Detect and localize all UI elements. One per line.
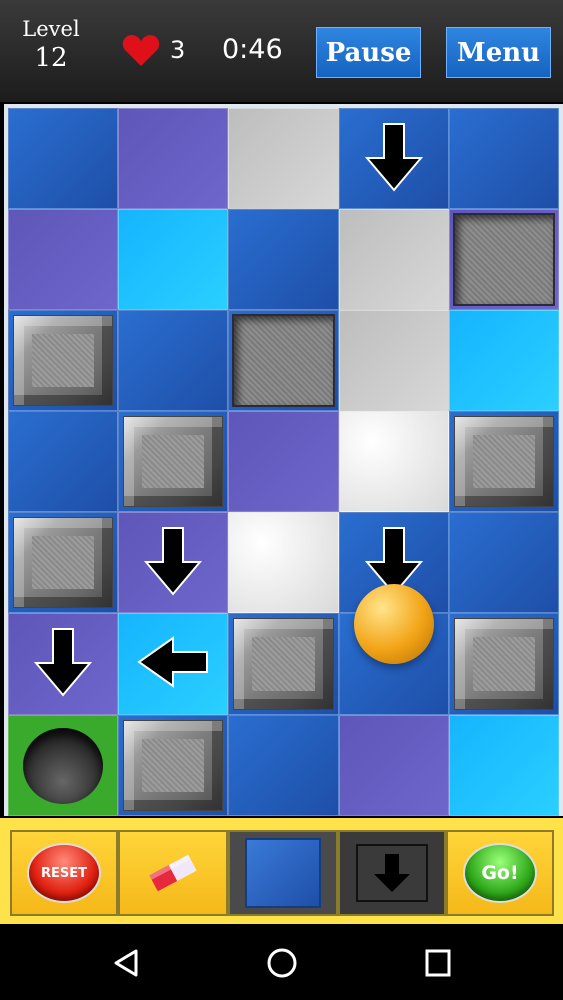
board-cell[interactable] (228, 714, 339, 816)
menu-button[interactable]: Menu (446, 27, 551, 78)
board-cell[interactable] (8, 310, 119, 412)
lives-indicator: 3 (122, 33, 185, 67)
blue-tile-tool[interactable] (245, 838, 321, 908)
board-cell[interactable] (8, 613, 119, 715)
board-cell[interactable] (338, 209, 449, 311)
reset-tool-slot[interactable]: RESET (10, 830, 118, 916)
recents-icon[interactable] (424, 948, 452, 978)
eraser-tool-slot[interactable] (118, 830, 228, 916)
arrow-down-icon (374, 854, 410, 892)
board-cell[interactable] (448, 108, 559, 210)
pit-tile (232, 314, 335, 408)
game-board (8, 108, 559, 816)
stone-block (123, 416, 224, 508)
board-cell[interactable] (228, 613, 339, 715)
board-cell[interactable] (448, 411, 559, 513)
goal-hole (23, 727, 103, 804)
arrow-down-icon (144, 526, 203, 600)
board-cell[interactable] (8, 411, 119, 513)
tool-bar: RESET Go! (0, 818, 563, 924)
top-bar: Level 12 3 0:46 Pause Menu (0, 0, 563, 102)
stone-block (233, 618, 334, 710)
reset-button[interactable]: RESET (27, 843, 101, 903)
down-arrow-tool-slot[interactable] (338, 830, 446, 916)
board-cell[interactable] (228, 411, 339, 513)
pit-tile (452, 213, 555, 307)
stone-block (13, 517, 114, 609)
stone-block (453, 416, 554, 508)
board-cell[interactable] (118, 310, 229, 412)
board-cell[interactable] (118, 714, 229, 816)
blue-tile-tool-slot[interactable] (228, 830, 338, 916)
board-cell[interactable] (448, 613, 559, 715)
board-cell[interactable] (228, 209, 339, 311)
arrow-down-icon (364, 122, 423, 196)
board-cell[interactable] (448, 714, 559, 816)
board-cell[interactable] (338, 411, 449, 513)
level-label: Level (22, 17, 80, 41)
board-cell[interactable] (118, 512, 229, 614)
level-indicator: Level 12 (14, 16, 88, 74)
board-cell[interactable] (8, 714, 119, 816)
board-cell[interactable] (118, 613, 229, 715)
board-cell[interactable] (448, 512, 559, 614)
stone-block (13, 315, 114, 407)
board-cell[interactable] (8, 209, 119, 311)
home-icon[interactable] (266, 948, 298, 978)
timer: 0:46 (222, 34, 283, 65)
down-arrow-tool[interactable] (356, 844, 428, 902)
board-cell[interactable] (338, 108, 449, 210)
board-cell[interactable] (448, 310, 559, 412)
go-button[interactable]: Go! (463, 843, 537, 903)
stone-block (123, 719, 224, 811)
board-cell[interactable] (118, 108, 229, 210)
eraser-icon (149, 854, 197, 892)
board-cell[interactable] (338, 714, 449, 816)
board-cell[interactable] (8, 512, 119, 614)
board-cell[interactable] (228, 310, 339, 412)
back-icon[interactable] (112, 948, 140, 978)
board-cell[interactable] (118, 209, 229, 311)
go-tool-slot[interactable]: Go! (446, 830, 554, 916)
arrow-left-icon (137, 636, 209, 692)
board-cell[interactable] (448, 209, 559, 311)
lives-count: 3 (170, 36, 186, 64)
board-cell[interactable] (228, 108, 339, 210)
board-cell[interactable] (118, 411, 229, 513)
level-value: 12 (34, 43, 68, 73)
stone-block (453, 618, 554, 710)
arrow-down-icon (33, 627, 93, 701)
system-nav-bar (0, 924, 563, 1000)
gold-ball (353, 583, 434, 664)
board-cell[interactable] (8, 108, 119, 210)
board-cell[interactable] (338, 310, 449, 412)
heart-icon (122, 35, 160, 66)
board-cell[interactable] (228, 512, 339, 614)
pause-button[interactable]: Pause (316, 27, 421, 78)
